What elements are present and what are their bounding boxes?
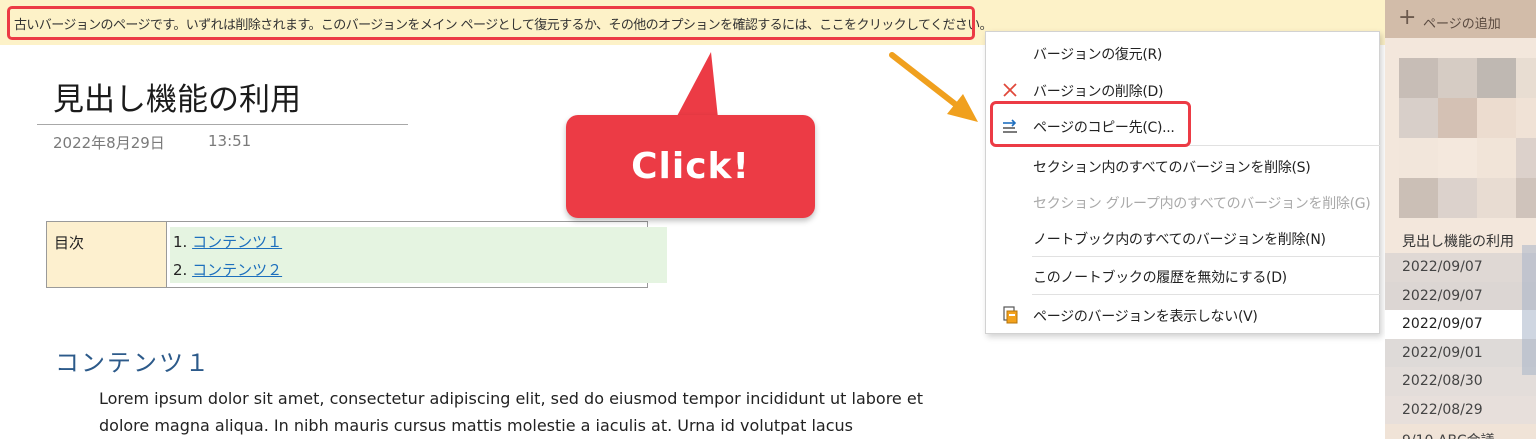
page-date: 2022年8月29日 (53, 134, 165, 152)
add-page-label: ページの追加 (1423, 17, 1501, 32)
hide-versions-icon (1003, 306, 1018, 324)
menu-item-label: ノートブック内のすべてのバージョンを削除(N) (1033, 232, 1326, 248)
menu-item-label: セクション内のすべてのバージョンを削除(S) (1033, 160, 1311, 176)
page-list-item[interactable]: 9/10 ABC会議 (1385, 424, 1536, 439)
menu-item-delete-section-versions[interactable]: セクション内のすべてのバージョンを削除(S) (986, 147, 1379, 183)
version-context-menu: バージョンの復元(R) バージョンの削除(D) ページのコピー先(C)... セ… (985, 31, 1380, 334)
menu-item-label: バージョンの復元(R) (1033, 47, 1163, 63)
orange-arrow-icon (889, 52, 978, 122)
menu-separator (1032, 294, 1380, 295)
delete-x-icon (1003, 83, 1017, 97)
page-list-item[interactable]: 見出し機能の利用 (1385, 224, 1536, 253)
page-list-label: 2022/08/30 (1402, 373, 1483, 389)
panel-scroll-accent (1522, 245, 1536, 375)
page-list-label: 2022/09/07 (1402, 288, 1483, 304)
callout-label: Click! (631, 146, 750, 187)
menu-item-delete-notebook-versions[interactable]: ノートブック内のすべてのバージョンを削除(N) (986, 219, 1379, 255)
page-time: 13:51 (208, 132, 252, 150)
menu-item-disable-history[interactable]: このノートブックの履歴を無効にする(D) (986, 257, 1379, 293)
plus-icon: + (1398, 5, 1417, 30)
page-list-item[interactable]: 2022/09/07 (1385, 253, 1536, 282)
toc-link-contents-2[interactable]: コンテンツ２ (192, 261, 282, 279)
page-title[interactable]: 見出し機能の利用 (53, 74, 301, 119)
toc-item: 1. コンテンツ１ (173, 231, 282, 252)
callout-tail (676, 52, 718, 118)
page-list-item-selected[interactable]: 2022/09/07 (1385, 310, 1536, 339)
toc-link-contents-1[interactable]: コンテンツ１ (192, 233, 282, 251)
page-list-label: 見出し機能の利用 (1402, 234, 1514, 250)
body-paragraph[interactable]: Lorem ipsum dolor sit amet, consectetur … (99, 385, 949, 439)
page-list-item[interactable]: 2022/09/07 (1385, 282, 1536, 311)
add-page-button[interactable]: + ページの追加 (1385, 0, 1536, 38)
page-list-item[interactable]: 2022/09/01 (1385, 339, 1536, 368)
title-underline (37, 124, 408, 125)
toc-table: 目次 1. コンテンツ１ 2. コンテンツ２ (46, 221, 667, 288)
click-callout: Click! (566, 115, 815, 218)
page-list-label: 2022/09/07 (1402, 259, 1483, 275)
toc-heading[interactable]: 目次 (47, 222, 167, 287)
page-list-item[interactable]: 2022/08/30 (1385, 367, 1536, 396)
menu-item-hide-versions[interactable]: ページのバージョンを表示しない(V) (986, 296, 1379, 332)
menu-item-label: セクション グループ内のすべてのバージョンを削除(G) (1033, 196, 1371, 212)
page-list-label: 2022/09/07 (1402, 316, 1483, 332)
menu-item-restore-version[interactable]: バージョンの復元(R) (986, 34, 1379, 70)
copy-page-highlight-frame (990, 101, 1191, 147)
blurred-thumbnail (1399, 58, 1536, 138)
menu-item-delete-section-group-versions: セクション グループ内のすべてのバージョンを削除(G) (986, 183, 1379, 219)
page-list-label: 9/10 ABC会議 (1402, 430, 1495, 439)
toc-item-number: 1. (173, 233, 188, 251)
blurred-thumbnail (1399, 138, 1536, 218)
page-list-label: 2022/09/01 (1402, 345, 1483, 361)
menu-item-label: ページのバージョンを表示しない(V) (1033, 309, 1258, 325)
page-list-panel: + ページの追加 見出し機能の利用 2022/09/07 2022/09/07 … (1385, 0, 1536, 439)
section-heading[interactable]: コンテンツ１ (55, 343, 211, 378)
page-list-label: 2022/08/29 (1402, 402, 1483, 418)
toc-item: 2. コンテンツ２ (173, 259, 282, 280)
toc-item-number: 2. (173, 261, 188, 279)
page-list-item[interactable]: 2022/08/29 (1385, 396, 1536, 425)
toc-body: 1. コンテンツ１ 2. コンテンツ２ (167, 222, 667, 287)
menu-item-label: バージョンの削除(D) (1033, 84, 1164, 100)
menu-item-label: このノートブックの履歴を無効にする(D) (1033, 270, 1287, 286)
infobar-highlight-frame (7, 6, 975, 40)
